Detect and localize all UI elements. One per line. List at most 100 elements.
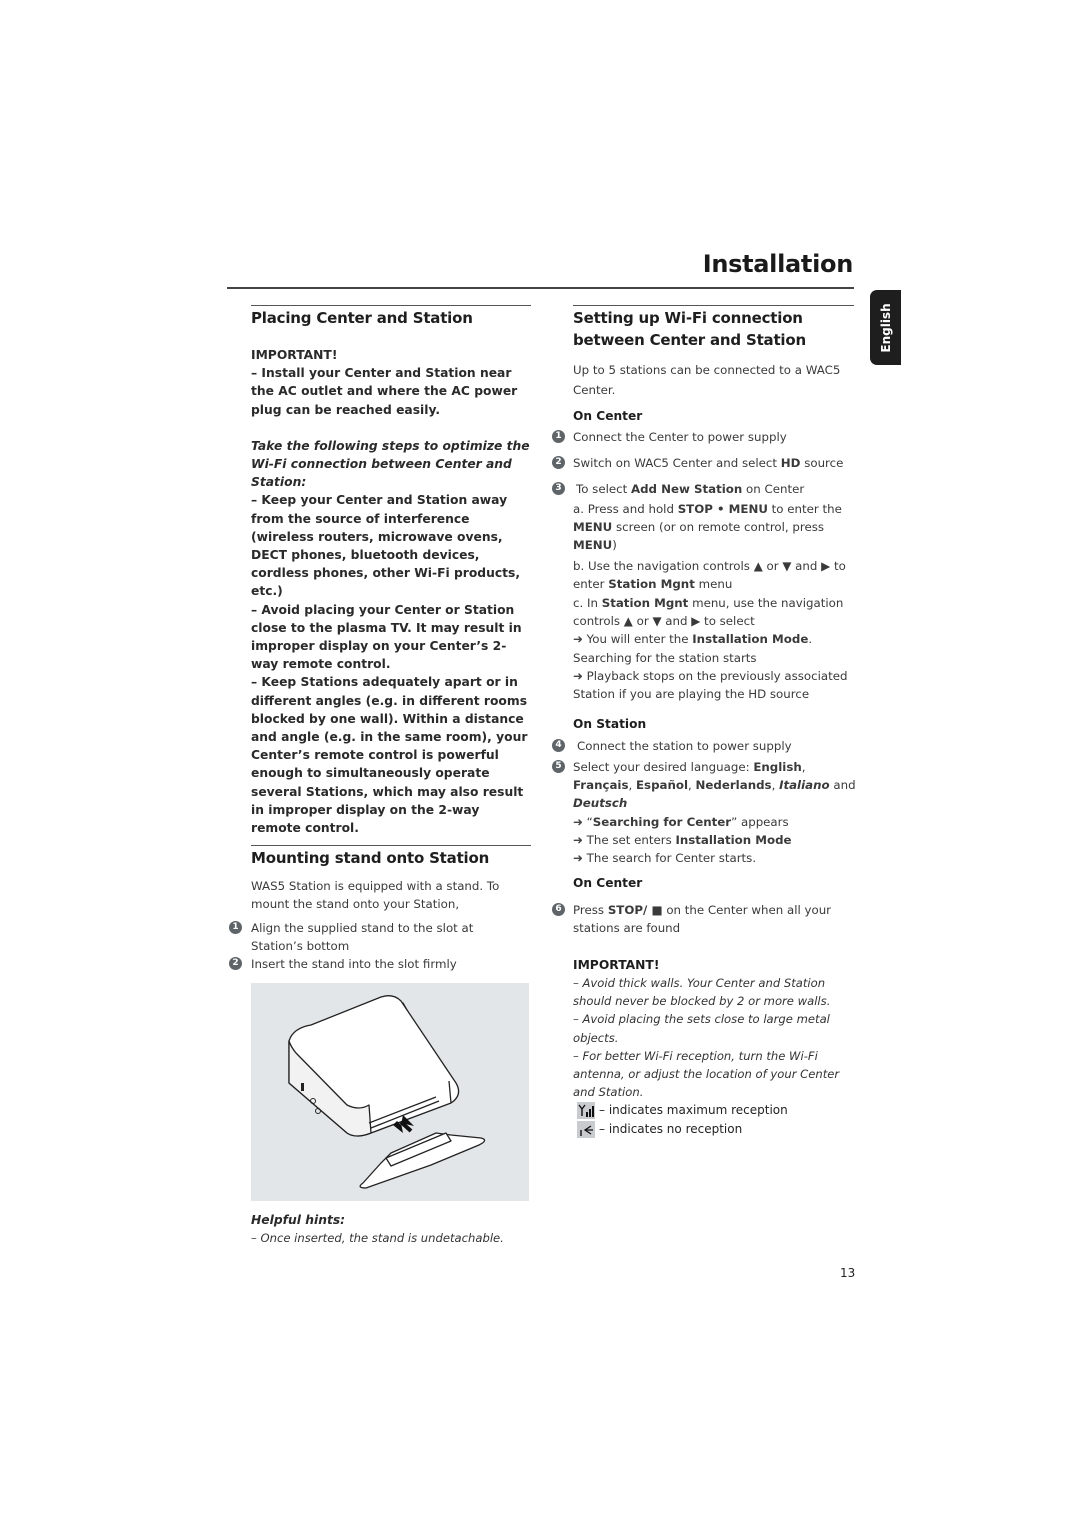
placing-bullet: – Keep Stations adequately apart or in d…	[251, 675, 528, 836]
right-arrow-icon: ▶	[691, 614, 701, 629]
placing-heading: Placing Center and Station	[251, 309, 473, 327]
language-tab: English	[870, 290, 901, 365]
stop-menu-label: STOP • MENU	[677, 502, 768, 516]
step-5-text: Select your desired language: English, F…	[573, 758, 858, 867]
helpful-hints-label: Helpful hints:	[251, 1213, 346, 1227]
station-mgnt-label: Station Mgnt	[608, 576, 695, 591]
text: to select	[700, 614, 755, 629]
step-4-text: Connect the station to power supply	[577, 739, 792, 753]
text: The set enters	[582, 832, 676, 847]
step-number-3: 3	[552, 482, 565, 495]
mounting-intro: WAS5 Station is equipped with a stand. T…	[251, 879, 500, 912]
wifi-intro: Up to 5 stations can be connected to a W…	[573, 363, 841, 397]
placing-section: IMPORTANT! – Install your Center and Sta…	[251, 346, 533, 837]
menu-label: MENU	[573, 520, 613, 535]
searching-for-center-label: Searching for Center	[592, 814, 732, 829]
station-mgnt-label: Station Mgnt	[601, 596, 689, 611]
text: menu	[694, 576, 733, 591]
step-number-4: 4	[552, 739, 565, 752]
up-arrow-icon: ▲	[623, 614, 633, 629]
language-espanol: Español	[636, 778, 689, 793]
text: and	[661, 614, 692, 629]
installation-mode-label: Installation Mode	[692, 632, 809, 647]
text: “	[582, 814, 593, 829]
step-number-2: 2	[229, 957, 242, 970]
on-station-label: On Station	[573, 717, 647, 731]
step-6-text: Press STOP/ ■ on the Center when all you…	[573, 901, 853, 937]
important-label: IMPORTANT!	[251, 348, 338, 362]
text: and	[791, 558, 822, 573]
text: The search for Center starts.	[582, 851, 757, 866]
text: To select	[576, 482, 631, 496]
text: )	[612, 538, 617, 553]
text: Select your desired language:	[573, 760, 754, 774]
mounting-heading: Mounting stand onto Station	[251, 849, 490, 867]
step-3-text: To select Add New Station on Center	[576, 480, 804, 498]
menu-label: MENU	[573, 538, 613, 553]
right-arrow-icon: ▶	[821, 558, 831, 573]
language-english: English	[753, 760, 802, 774]
signal-none-icon	[577, 1121, 595, 1138]
step-number-6: 6	[552, 903, 565, 916]
text: source	[800, 456, 844, 470]
step-3-substeps: a. Press and hold STOP • MENU to enter t…	[573, 500, 855, 703]
result-1: ➜ You will enter the Installation Mode. …	[573, 630, 855, 666]
text: or	[762, 558, 783, 573]
section-rule	[251, 305, 531, 306]
result-arrow-icon: ➜	[573, 632, 583, 647]
placing-bullet: – Keep your Center and Station away from…	[251, 493, 521, 599]
important-text: – Install your Center and Station near t…	[251, 366, 518, 417]
page-number: 13	[840, 1266, 856, 1280]
text: b. Use the navigation controls	[573, 558, 754, 573]
step-3c: c. In Station Mgnt menu, use the navigat…	[573, 594, 855, 630]
text: Switch on WAC5 Center and select	[573, 456, 781, 470]
helpful-hint: – Once inserted, the stand is undetachab…	[251, 1231, 504, 1245]
hd-label: HD	[780, 456, 801, 470]
step-number-1: 1	[229, 921, 242, 934]
signal-max-icon	[577, 1102, 595, 1119]
on-center-label: On Center	[573, 409, 643, 423]
important-label-right: IMPORTANT!	[573, 958, 660, 972]
important-list: – Avoid thick walls. Your Center and Sta…	[573, 974, 855, 1101]
up-arrow-icon: ▲	[753, 558, 763, 573]
language-deutsch: Deutsch	[573, 796, 628, 811]
important-item: – For better Wi-Fi reception, turn the W…	[573, 1048, 840, 1100]
steps-intro: Take the following steps to optimize the…	[251, 438, 530, 490]
text: c. In	[573, 596, 602, 611]
page-title: Installation	[702, 250, 854, 278]
text: on Center	[742, 482, 805, 496]
result-arrow-icon: ➜	[573, 814, 583, 829]
station-device-icon	[288, 995, 486, 1189]
result-arrow-icon: ➜	[573, 832, 583, 847]
result-arrow-icon: ➜	[573, 668, 583, 683]
text: a. Press and hold	[573, 502, 678, 516]
reception-max-row: – indicates maximum reception	[577, 1101, 788, 1120]
mounting-step: Align the supplied stand to the slot at …	[251, 921, 474, 954]
header-rule	[227, 287, 854, 289]
text: ” appears	[731, 814, 789, 829]
text: to enter the	[767, 502, 842, 516]
text: or	[632, 614, 653, 629]
step-2-text: Switch on WAC5 Center and select HD sour…	[573, 454, 843, 472]
reception-max-text: – indicates maximum reception	[599, 1103, 788, 1117]
text: Press	[573, 903, 608, 917]
result-arrow-icon: ➜	[573, 851, 583, 866]
section-rule	[573, 305, 854, 306]
text: screen (or on remote control, press	[612, 520, 825, 535]
result-4: ➜ The set enters Installation Mode	[573, 831, 858, 849]
stop-button-label: STOP/ ■	[607, 903, 663, 917]
placing-bullet: – Avoid placing your Center or Station c…	[251, 602, 522, 672]
important-item: – Avoid thick walls. Your Center and Sta…	[573, 976, 831, 1009]
on-center-label-2: On Center	[573, 876, 643, 890]
step-3b: b. Use the navigation controls ▲ or ▼ an…	[573, 557, 855, 593]
section-rule	[251, 845, 531, 846]
add-new-station-label: Add New Station	[630, 482, 743, 496]
language-francais: Français	[573, 778, 629, 793]
down-arrow-icon: ▼	[652, 614, 662, 629]
text: You will enter the	[582, 632, 693, 647]
installation-mode-label: Installation Mode	[675, 832, 792, 847]
step-number-2: 2	[552, 456, 565, 469]
reception-legend: – indicates maximum reception – indicate…	[577, 1101, 788, 1139]
step-number-1: 1	[552, 430, 565, 443]
language-tab-label: English	[878, 302, 893, 353]
